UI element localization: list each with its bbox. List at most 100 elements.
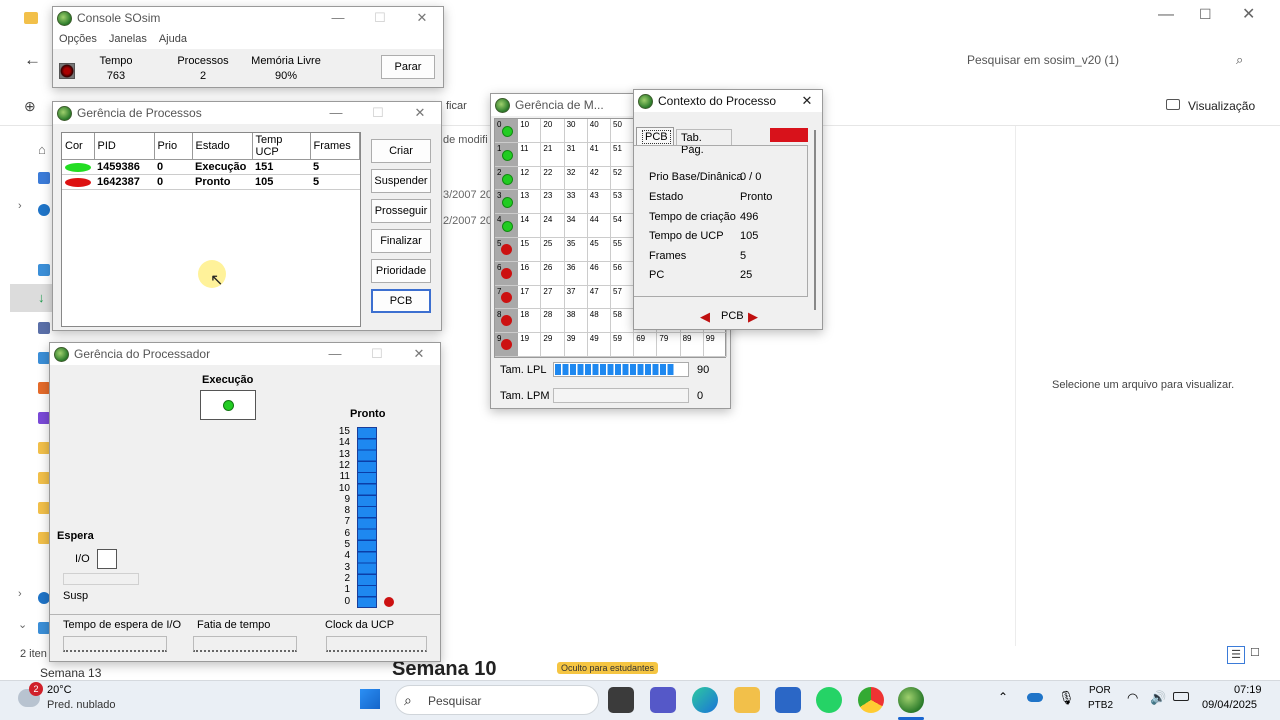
language-bottom[interactable]: PTB2: [1088, 700, 1113, 711]
stop-button[interactable]: Parar: [381, 55, 435, 79]
process-manager-titlebar[interactable]: Gerência de Processos — ☐ ✕: [53, 102, 441, 124]
tab-pcb[interactable]: PCB: [636, 127, 674, 145]
documents-icon[interactable]: [38, 322, 50, 334]
minimize-icon[interactable]: —: [315, 102, 357, 124]
volume-icon[interactable]: 🔊: [1150, 690, 1166, 706]
chrome-icon[interactable]: [858, 687, 884, 713]
language-top[interactable]: POR: [1089, 685, 1111, 696]
close-icon[interactable]: ✕: [398, 343, 440, 365]
sosim-taskbar-icon[interactable]: [898, 687, 924, 713]
column-header[interactable]: Cor: [62, 133, 95, 160]
memory-frame: 55: [611, 238, 635, 262]
memory-frame-number: 11: [520, 143, 529, 153]
maximize-icon[interactable]: ☐: [1199, 6, 1212, 23]
sosim-icon: [638, 93, 653, 109]
column-header[interactable]: Prio: [154, 133, 193, 160]
edge-icon[interactable]: [692, 687, 718, 713]
desktop-icon[interactable]: [38, 264, 50, 276]
menu-options[interactable]: Opções: [53, 29, 103, 49]
create-button[interactable]: Criar: [371, 139, 431, 163]
details-view-icon[interactable]: ☰: [1227, 646, 1245, 664]
weather-desc[interactable]: Pred. nublado: [47, 699, 116, 711]
menu-windows[interactable]: Janelas: [103, 29, 153, 49]
wifi-icon[interactable]: ◠: [1127, 690, 1138, 706]
chevron-up-icon[interactable]: ⌃: [998, 690, 1008, 704]
close-icon[interactable]: ✕: [401, 7, 443, 29]
date-modified-header[interactable]: de modifi: [443, 134, 488, 146]
teams-icon[interactable]: [650, 687, 676, 713]
scrollbar[interactable]: [814, 130, 816, 310]
tab-page-table[interactable]: Tab. Pág.: [676, 129, 732, 156]
weather-temp[interactable]: 20°C: [47, 684, 72, 696]
download-icon[interactable]: ↓: [38, 290, 45, 305]
pcb-field-value: 0 / 0: [740, 171, 762, 183]
memory-frame: 13: [518, 190, 542, 215]
whatsapp-icon[interactable]: [816, 687, 842, 713]
chevron-right-icon[interactable]: ›: [18, 588, 22, 600]
table-row[interactable]: 1459386 0 Execução 151 5: [62, 159, 360, 175]
memory-column: 20 21 22 23 24 25 26 27 28 29: [541, 119, 565, 357]
resume-button[interactable]: Prosseguir: [371, 199, 431, 223]
clock-time[interactable]: 07:19: [1234, 684, 1262, 696]
table-row[interactable]: 1642387 0 Pronto 105 5: [62, 174, 360, 190]
io-wait-slider[interactable]: [63, 636, 167, 652]
terminate-button[interactable]: Finalizar: [371, 229, 431, 253]
close-icon[interactable]: ✕: [1242, 4, 1255, 24]
processor-manager-titlebar[interactable]: Gerência do Processador — ☐ ✕: [50, 343, 440, 365]
column-header[interactable]: Estado: [192, 133, 253, 160]
view-button[interactable]: Visualização: [1188, 99, 1255, 113]
store-icon[interactable]: [775, 687, 801, 713]
minimize-icon[interactable]: —: [314, 343, 356, 365]
close-icon[interactable]: ✕: [792, 90, 822, 112]
ready-queue-slot-number: 10: [338, 482, 350, 494]
time-slice-slider[interactable]: [193, 636, 297, 652]
column-header[interactable]: PID: [94, 133, 155, 160]
console-titlebar[interactable]: Console SOsim — ☐ ✕: [53, 7, 443, 29]
memory-frame-number: 0: [497, 120, 502, 129]
clock-date[interactable]: 09/04/2025: [1202, 699, 1257, 711]
memory-frame: 11: [518, 143, 542, 167]
tiles-view-icon[interactable]: ☐: [1250, 646, 1260, 659]
memory-column: 10 11 12 13 14 15 16 17 18 19: [518, 119, 542, 357]
context-titlebar[interactable]: Contexto do Processo ✕: [634, 90, 822, 112]
priority-button[interactable]: Prioridade: [371, 259, 431, 283]
taskbar-search[interactable]: ⌕ Pesquisar: [395, 685, 599, 715]
memory-frame-number: 14: [520, 215, 530, 225]
back-arrow-icon[interactable]: ←: [24, 50, 41, 70]
microphone-icon[interactable]: 🎙: [1058, 690, 1075, 706]
memory-frame-number: 23: [543, 191, 553, 201]
minimize-icon[interactable]: —: [317, 7, 359, 29]
previous-arrow-icon[interactable]: ◀: [700, 309, 710, 325]
chevron-right-icon[interactable]: ›: [18, 200, 22, 212]
suspend-button[interactable]: Suspender: [371, 169, 431, 193]
battery-icon[interactable]: [1173, 692, 1189, 701]
memory-frame: 15: [518, 238, 542, 262]
preview-message: Selecione um arquivo para visualizar.: [1052, 379, 1235, 391]
home-icon[interactable]: ⌂: [38, 142, 46, 157]
new-icon[interactable]: ⊕: [24, 98, 36, 115]
close-icon[interactable]: ✕: [399, 102, 441, 124]
column-header[interactable]: Frames: [310, 133, 360, 160]
column-header[interactable]: Temp UCP: [252, 133, 311, 160]
memory-frame-number: 12: [520, 167, 530, 177]
clock-slider[interactable]: [326, 636, 427, 652]
minimize-icon[interactable]: —: [1158, 6, 1174, 24]
pcb-field-label: Prio Base/Dinânica: [649, 171, 743, 183]
pcb-button[interactable]: PCB: [371, 289, 431, 313]
console-title: Console SOsim: [77, 11, 161, 25]
next-arrow-icon[interactable]: ▶: [748, 309, 758, 325]
onedrive-tray-icon[interactable]: [1027, 693, 1043, 702]
share-button[interactable]: ficar: [446, 100, 467, 112]
memory-frame: 53: [611, 190, 635, 215]
gallery-icon[interactable]: [38, 172, 50, 184]
task-view-icon[interactable]: [608, 687, 634, 713]
menu-help[interactable]: Ajuda: [153, 29, 193, 49]
onedrive-icon[interactable]: [38, 204, 50, 216]
chevron-down-icon[interactable]: ⌄: [18, 618, 27, 631]
file-explorer-icon[interactable]: [734, 687, 760, 713]
search-icon[interactable]: ⌕: [1236, 52, 1243, 68]
memory-frame-number: 16: [520, 262, 530, 272]
windows-start-icon[interactable]: [360, 689, 380, 709]
memory-frame-number: 39: [566, 334, 576, 344]
explorer-search-input[interactable]: Pesquisar em sosim_v20 (1): [967, 53, 1119, 67]
